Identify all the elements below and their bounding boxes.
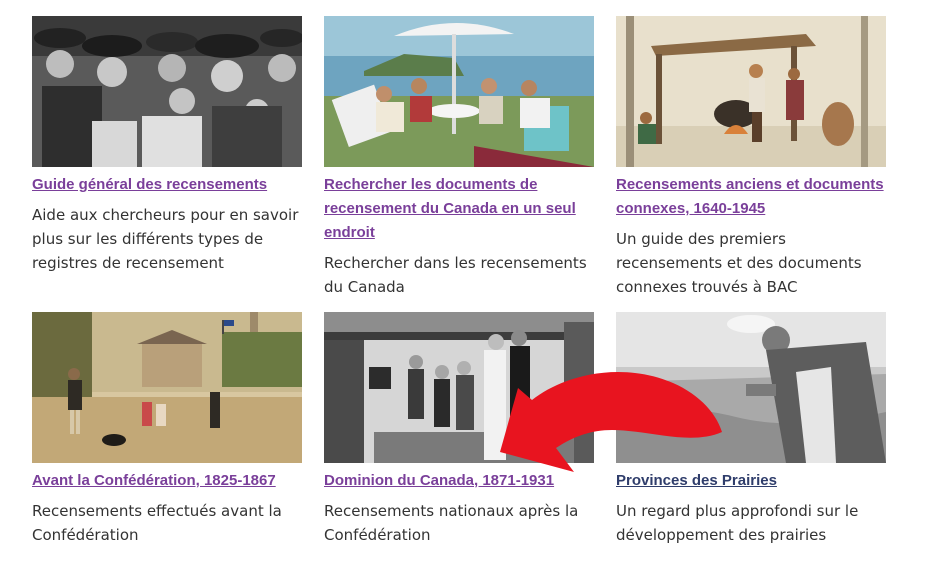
seaside-photo-thumbnail[interactable]	[324, 16, 594, 167]
street-painting-thumbnail[interactable]	[32, 312, 302, 463]
card-description: Recensements effectués avant la Confédér…	[32, 502, 282, 544]
card-census-guide: Guide général des recensements Aide aux …	[32, 16, 302, 312]
card-description: Rechercher dans les recensements du Cana…	[324, 254, 587, 296]
card-search-census: Rechercher les documents de recensement …	[324, 16, 594, 312]
train-platform-photo-thumbnail[interactable]	[324, 312, 594, 463]
card-description: Aide aux chercheurs pour en savoir plus …	[32, 206, 299, 272]
card-dominion: Dominion du Canada, 1871-1931 Recensemen…	[324, 312, 594, 562]
wheat-field-photo-thumbnail[interactable]	[616, 312, 886, 463]
family-photo-thumbnail[interactable]	[32, 16, 302, 167]
card-title-link[interactable]: Guide général des recensements	[32, 173, 302, 197]
card-description: Un regard plus approfondi sur le dévelop…	[616, 502, 859, 544]
card-early-censuses: Recensements anciens et documents connex…	[616, 16, 886, 312]
card-title-link[interactable]: Avant la Confédération, 1825-1867	[32, 469, 302, 493]
card-description: Un guide des premiers recensements et de…	[616, 230, 862, 296]
card-title-link[interactable]: Dominion du Canada, 1871-1931	[324, 469, 594, 493]
card-title-link[interactable]: Rechercher les documents de recensement …	[324, 173, 594, 245]
card-description: Recensements nationaux après la Confédér…	[324, 502, 579, 544]
card-prairie-provinces: Provinces des Prairies Un regard plus ap…	[616, 312, 886, 562]
census-card-grid: Guide général des recensements Aide aux …	[32, 16, 886, 562]
card-title-link[interactable]: Recensements anciens et documents connex…	[616, 173, 886, 221]
sugar-shack-painting-thumbnail[interactable]	[616, 16, 886, 167]
card-title-link[interactable]: Provinces des Prairies	[616, 469, 886, 493]
card-pre-confederation: Avant la Confédération, 1825-1867 Recens…	[32, 312, 302, 562]
